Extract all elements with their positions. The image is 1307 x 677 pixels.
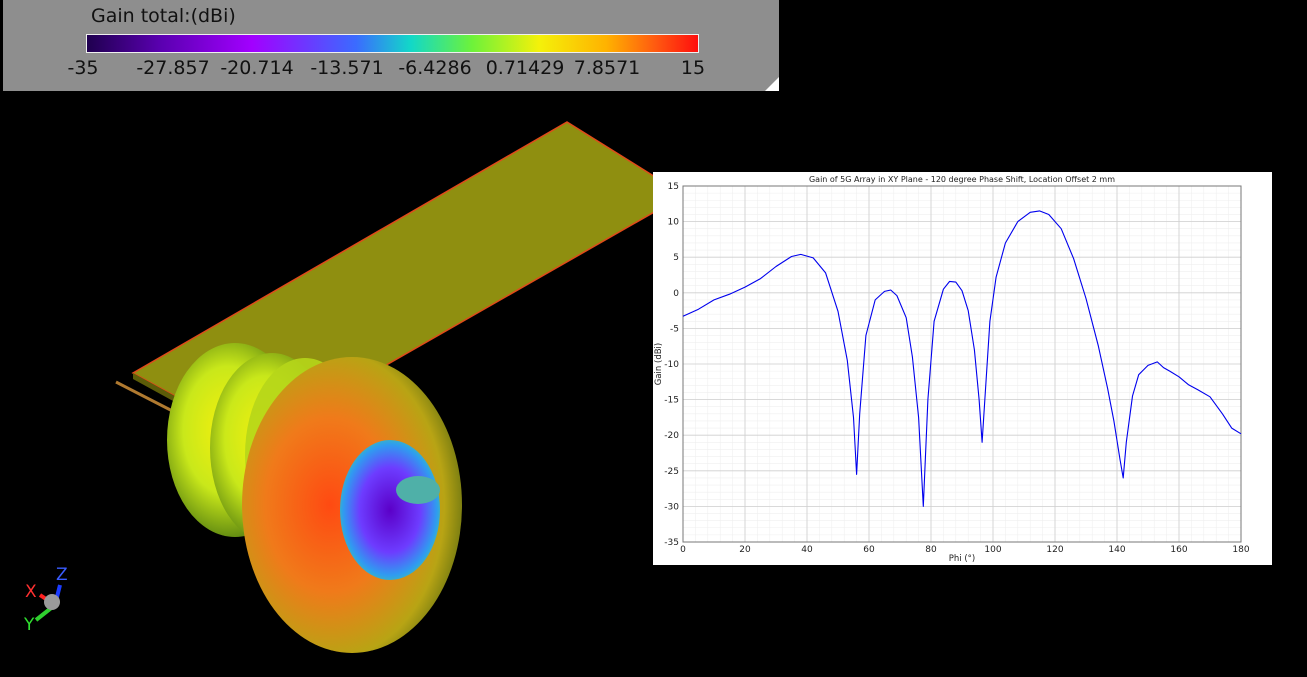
panel-corner-marker [765, 77, 779, 91]
x-tick-label: 40 [801, 545, 813, 555]
x-tick-label: 140 [1108, 545, 1125, 555]
gain-series-line [682, 210, 1242, 507]
colorbar [86, 34, 699, 53]
chart-title: Gain of 5G Array in XY Plane - 120 degre… [809, 175, 1115, 184]
x-tick-label: 20 [739, 545, 751, 555]
legend-tick-label: -13.571 [310, 57, 384, 79]
x-tick-label: 100 [984, 545, 1001, 555]
y-axis-label: Y [23, 615, 35, 635]
y-tick-label: -35 [664, 538, 679, 548]
legend-tick-label: -27.857 [136, 57, 210, 79]
legend-tick-label: -35 [67, 57, 99, 79]
gain-line-chart: 0 20 40 60 80 100 120 140 160 180 15 10 5 0 -5 -10 -15 -2… [654, 175, 1250, 564]
legend-tick-label: 7.8571 [573, 57, 641, 79]
z-axis-label: Z [56, 565, 68, 585]
pattern-null-region [340, 440, 440, 580]
gain-chart-panel: 0 20 40 60 80 100 120 140 160 180 15 10 5 0 -5 -10 -15 -2… [653, 172, 1272, 565]
x-tick-label: 120 [1046, 545, 1063, 555]
legend-tick-label: 15 [680, 57, 706, 79]
y-tick-label: -10 [664, 360, 679, 370]
axes-triad: Z X Y [23, 565, 68, 635]
y-tick-label: -25 [664, 467, 679, 477]
y-tick-label: -30 [664, 502, 679, 512]
y-tick-label: -20 [664, 431, 679, 441]
x-tick-label: 0 [680, 545, 686, 555]
legend-tick-label: -20.714 [220, 57, 294, 79]
y-tick-label: -15 [664, 396, 679, 406]
x-axis-label: X [25, 582, 37, 602]
x-tick-label: 180 [1232, 545, 1249, 555]
y-tick-label: 10 [668, 218, 680, 228]
x-tick-label: 160 [1170, 545, 1187, 555]
y-tick-label: -5 [670, 324, 679, 334]
y-tick-label: 0 [673, 289, 679, 299]
3d-radiation-pattern-view[interactable]: Z X Y [0, 90, 660, 677]
pattern-side-lobe [396, 476, 440, 504]
legend-title: Gain total:(dBi) [91, 5, 236, 27]
x-tick-label: 80 [925, 545, 937, 555]
y-tick-label: 15 [668, 182, 679, 192]
y-axis-title: Gain (dBi) [654, 343, 664, 385]
y-tick-label: 5 [673, 253, 679, 263]
legend-tick-label: 0.71429 [485, 57, 565, 79]
legend-tick-label: -6.4286 [398, 57, 472, 79]
color-legend-panel: Gain total:(dBi) -35 -27.857 -20.714 -13… [3, 0, 779, 91]
x-tick-label: 60 [863, 545, 875, 555]
x-axis-title: Phi (°) [949, 554, 975, 564]
